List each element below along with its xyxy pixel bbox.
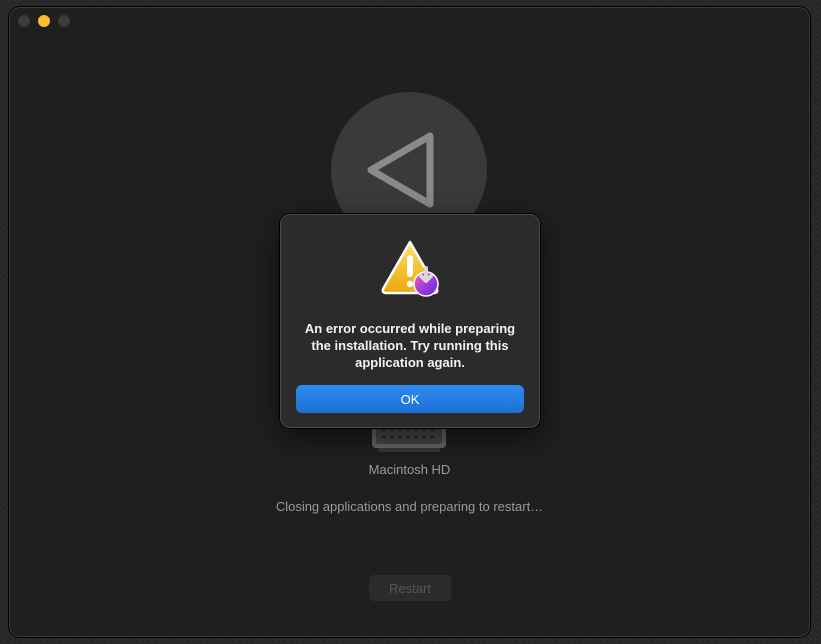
close-button[interactable] [18,15,30,27]
disk-label: Macintosh HD [368,462,451,477]
minimize-button[interactable] [38,15,50,27]
status-text: Closing applications and preparing to re… [275,499,544,514]
ok-button[interactable]: OK [296,385,524,413]
window-controls [18,15,70,27]
restart-button[interactable]: Restart [369,575,451,601]
alert-message: An error occurred while preparing the in… [304,321,516,370]
warning-installer-icon [380,239,442,299]
installer-window: Macintosh HD Closing applications and pr… [9,7,810,637]
error-alert-dialog: An error occurred while preparing the in… [280,214,540,428]
zoom-button[interactable] [58,15,70,27]
desktop: Macintosh HD Closing applications and pr… [0,0,821,644]
